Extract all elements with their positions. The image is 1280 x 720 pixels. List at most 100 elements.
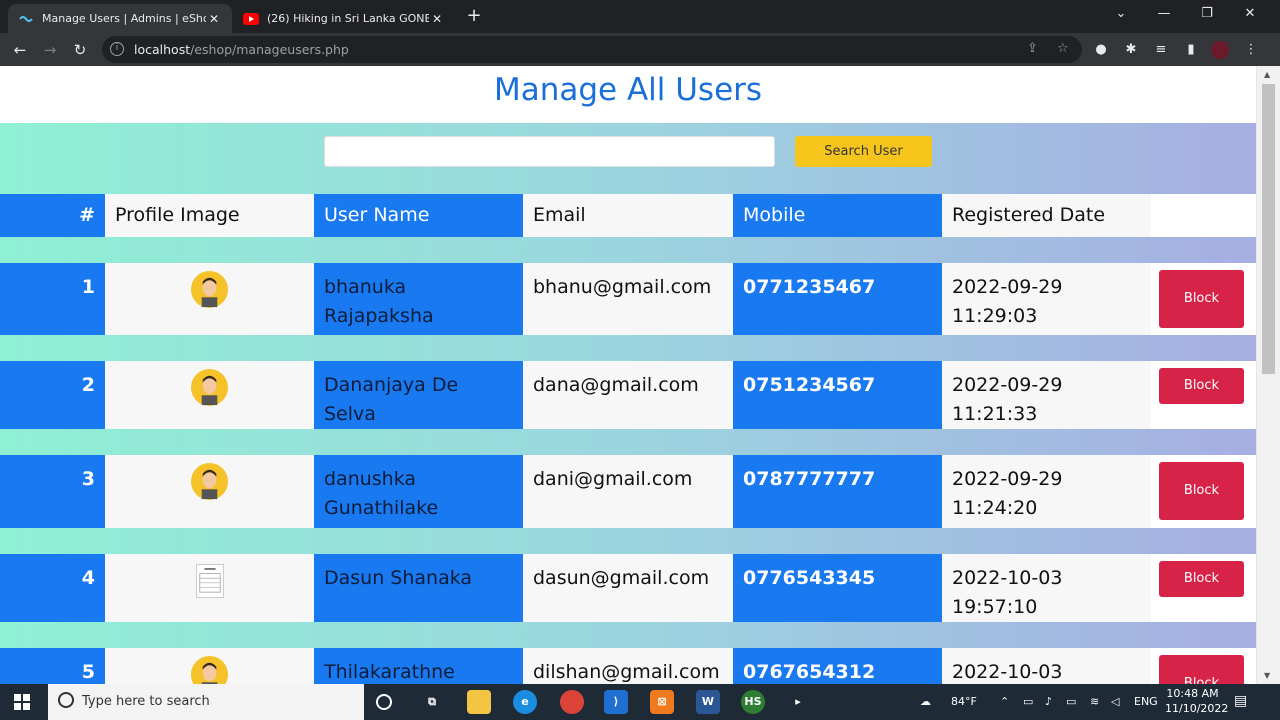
actions-cell: Block — [1151, 554, 1256, 622]
volume-icon[interactable]: ◁ — [1111, 695, 1119, 708]
row-number: 4 — [0, 554, 105, 622]
manage-users-page: Manage All Users Search User # Profile I… — [0, 66, 1256, 684]
tray-network-icon[interactable]: ▭ — [1023, 695, 1033, 708]
document-thumbnail-icon — [195, 564, 224, 598]
cortana-icon[interactable] — [376, 694, 392, 710]
row-spacer — [0, 335, 1256, 361]
table-row: 2 Dananjaya De Selva dana@gmail.com 0751… — [0, 361, 1256, 429]
user-avatar-icon — [190, 655, 229, 684]
xampp-icon[interactable]: ⊠ — [650, 690, 674, 714]
restore-button[interactable]: ❐ — [1192, 6, 1222, 21]
edge-browser-icon[interactable]: e — [513, 690, 537, 714]
task-view-icon[interactable]: ⧉ — [420, 690, 444, 714]
bookmark-star-icon[interactable]: ☆ — [1057, 41, 1069, 56]
app-arrow-icon[interactable]: ▸ — [786, 690, 810, 714]
side-panel-icon[interactable]: ▮ — [1182, 41, 1200, 59]
user-name-cell: Dasun Shanaka — [314, 554, 523, 622]
share-icon[interactable]: ⇪ — [1027, 41, 1038, 56]
header-actions — [1151, 194, 1256, 237]
language-indicator[interactable]: ENG — [1134, 695, 1158, 708]
search-icon — [58, 692, 74, 708]
header-user-name: User Name — [314, 194, 523, 237]
actions-cell: Block — [1151, 455, 1256, 528]
tab-manage-users[interactable]: Manage Users | Admins | eShop ✕ — [8, 4, 232, 33]
profile-image-cell — [105, 263, 314, 335]
microphone-icon[interactable]: ♪ — [1045, 695, 1052, 708]
reload-button[interactable]: ↻ — [70, 40, 90, 60]
tab-youtube[interactable]: (26) Hiking in Sri Lanka GONE VE ✕ — [233, 4, 455, 33]
menu-kebab-icon[interactable]: ⋮ — [1242, 41, 1260, 59]
new-tab-button[interactable]: + — [464, 7, 484, 27]
forward-button[interactable]: → — [40, 40, 60, 60]
file-explorer-icon[interactable] — [467, 690, 491, 714]
block-button[interactable]: Block — [1159, 561, 1244, 597]
hs-app-icon[interactable]: HS — [741, 690, 765, 714]
extensions-puzzle-icon[interactable]: ✱ — [1122, 41, 1140, 59]
address-bar[interactable]: i localhost/eshop/manageusers.php ⇪ ☆ — [102, 36, 1082, 63]
table-header-row: # Profile Image User Name Email Mobile R… — [0, 194, 1256, 237]
word-icon[interactable]: W — [696, 690, 720, 714]
tab-search-icon[interactable]: ⌄ — [1106, 6, 1136, 21]
row-spacer — [0, 429, 1256, 455]
tab-title: Manage Users | Admins | eShop — [42, 12, 206, 25]
block-button[interactable]: Block — [1159, 270, 1244, 328]
mobile-cell: 0767654312 — [733, 648, 942, 684]
minimize-button[interactable]: — — [1149, 6, 1179, 21]
youtube-favicon-icon — [243, 11, 259, 27]
site-info-icon[interactable]: i — [110, 42, 124, 56]
close-tab-icon[interactable]: ✕ — [206, 12, 222, 26]
back-button[interactable]: ← — [10, 40, 30, 60]
email-cell: dana@gmail.com — [523, 361, 733, 429]
scroll-up-arrow-icon[interactable]: ▲ — [1264, 70, 1270, 79]
weather-cloud-icon[interactable]: ☁ — [920, 695, 931, 708]
block-button[interactable]: Block — [1159, 655, 1244, 684]
close-window-button[interactable]: ✕ — [1235, 6, 1265, 21]
eshop-favicon-icon — [18, 11, 34, 27]
page-scrollbar[interactable]: ▲ ▼ — [1256, 66, 1280, 684]
header-registered-date: Registered Date — [942, 194, 1151, 237]
actions-cell: Block — [1151, 361, 1256, 429]
notifications-icon[interactable]: ▤ — [1234, 693, 1247, 709]
block-button[interactable]: Block — [1159, 368, 1244, 404]
row-spacer — [0, 622, 1256, 648]
registered-date-cell: 2022-09-29 11:24:20 — [942, 455, 1151, 528]
battery-icon[interactable]: ▭ — [1066, 695, 1076, 708]
windows-start-icon[interactable] — [14, 694, 30, 710]
email-cell: dani@gmail.com — [523, 455, 733, 528]
cookie-extension-icon[interactable]: ● — [1092, 41, 1110, 59]
chrome-browser-icon[interactable] — [560, 690, 584, 714]
table-row: 1 bhanuka Rajapaksha bhanu@gmail.com 077… — [0, 263, 1256, 335]
row-number: 5 — [0, 648, 105, 684]
scroll-down-arrow-icon[interactable]: ▼ — [1264, 671, 1270, 680]
taskbar-search-placeholder: Type here to search — [82, 694, 210, 709]
mobile-cell: 0751234567 — [733, 361, 942, 429]
user-name-cell: danushka Gunathilake — [314, 455, 523, 528]
header-profile-image: Profile Image — [105, 194, 314, 237]
search-band: Search User — [0, 123, 1256, 194]
tray-chevron-icon[interactable]: ⌃ — [1000, 695, 1009, 708]
registered-date-cell: 2022-09-29 11:21:33 — [942, 361, 1151, 429]
email-cell: dilshan@gmail.com — [523, 648, 733, 684]
vscode-icon[interactable]: ⟩ — [604, 690, 628, 714]
profile-image-cell — [105, 455, 314, 528]
user-name-cell: Thilakarathne Dilshan — [314, 648, 523, 684]
close-tab-icon[interactable]: ✕ — [429, 12, 445, 26]
taskbar-search-box[interactable]: Type here to search — [48, 684, 364, 720]
search-user-input[interactable] — [324, 136, 775, 167]
page-viewport: Manage All Users Search User # Profile I… — [0, 66, 1280, 684]
weather-temperature[interactable]: 84°F — [951, 695, 977, 708]
media-control-icon[interactable]: ≡ — [1152, 41, 1170, 59]
clock-time: 10:48 AM — [1166, 687, 1219, 700]
user-name-cell: bhanuka Rajapaksha — [314, 263, 523, 335]
profile-avatar[interactable] — [1211, 41, 1229, 59]
taskbar-clock[interactable]: 10:48 AM 11/10/2022 — [1165, 686, 1228, 716]
wifi-icon[interactable]: ≋ — [1090, 695, 1099, 708]
block-button[interactable]: Block — [1159, 462, 1244, 520]
page-title: Manage All Users — [493, 72, 763, 108]
header-number: # — [0, 194, 105, 237]
scrollbar-thumb[interactable] — [1262, 84, 1275, 374]
search-user-button[interactable]: Search User — [795, 136, 932, 167]
row-number: 3 — [0, 455, 105, 528]
user-avatar-icon — [190, 368, 229, 407]
email-cell: dasun@gmail.com — [523, 554, 733, 622]
